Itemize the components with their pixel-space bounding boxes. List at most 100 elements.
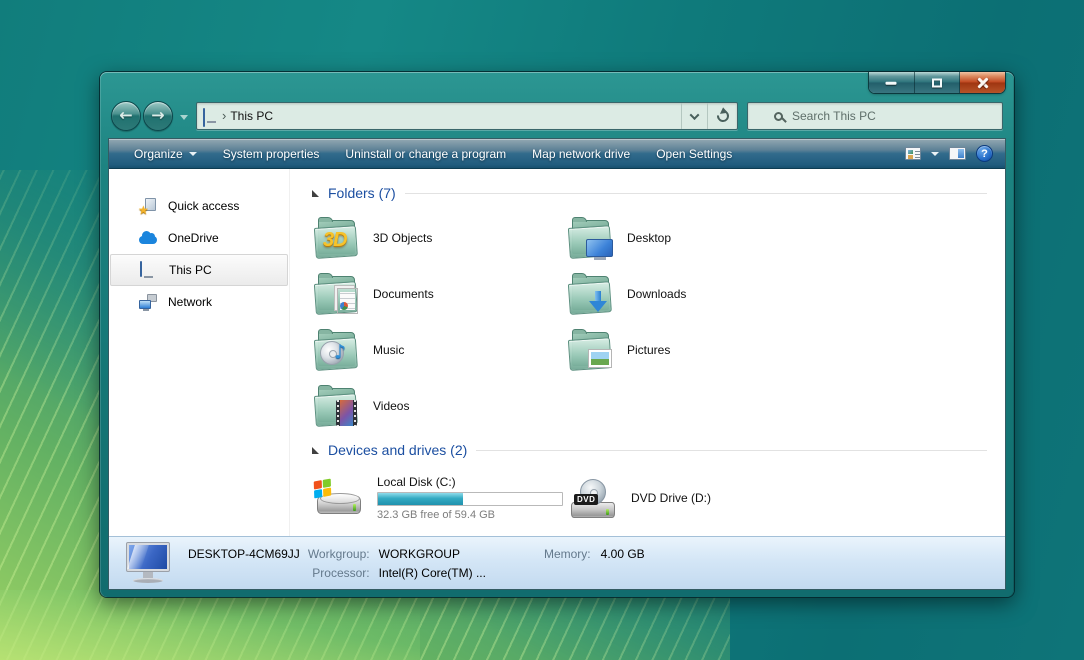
navigation-bar: ← → › This PC bbox=[111, 99, 1003, 133]
disk-free-text: 32.3 GB free of 59.4 GB bbox=[377, 509, 563, 521]
detail-labels: Workgroup: Processor: bbox=[308, 545, 370, 583]
computer-details: DESKTOP-4CM69JJ Workgroup: Processor: WO… bbox=[188, 544, 645, 583]
close-button[interactable] bbox=[960, 72, 1005, 93]
sidebar-item-quick-access[interactable]: ★ Quick access bbox=[110, 190, 288, 222]
section-divider bbox=[405, 193, 987, 194]
folder-3d-objects-icon: 3D bbox=[314, 216, 360, 260]
folders-section-header[interactable]: Folders (7) bbox=[312, 183, 993, 203]
folder-tile-pictures[interactable]: Pictures bbox=[566, 322, 820, 378]
folders-grid: 3D 3D Objects Documents ♪ bbox=[312, 210, 993, 434]
memory-value: 4.00 GB bbox=[601, 545, 645, 564]
windows-flag-icon bbox=[314, 479, 332, 499]
collapse-triangle-icon[interactable] bbox=[312, 447, 319, 454]
address-bar[interactable]: › This PC bbox=[196, 102, 738, 130]
back-arrow-icon: ← bbox=[119, 106, 132, 125]
drive-label: Local Disk (C:) bbox=[377, 475, 563, 489]
navigation-pane: ★ Quick access OneDrive This PC Networ bbox=[109, 169, 290, 536]
sidebar-item-onedrive[interactable]: OneDrive bbox=[110, 222, 288, 254]
organize-menu-button[interactable]: Organize bbox=[121, 147, 210, 161]
change-view-icon[interactable] bbox=[905, 147, 921, 160]
tile-label: Music bbox=[373, 343, 404, 357]
onedrive-cloud-icon bbox=[139, 230, 157, 246]
dvd-badge: DVD bbox=[574, 494, 598, 505]
hard-drive-icon bbox=[314, 480, 364, 516]
folder-pictures-icon bbox=[568, 328, 614, 372]
sidebar-item-label: OneDrive bbox=[168, 231, 219, 245]
open-settings-button[interactable]: Open Settings bbox=[643, 147, 745, 161]
sidebar-item-network[interactable]: Network bbox=[110, 286, 288, 318]
system-properties-button[interactable]: System properties bbox=[210, 147, 333, 161]
organize-label: Organize bbox=[134, 147, 183, 161]
local-disk-info: Local Disk (C:) 32.3 GB free of 59.4 GB bbox=[377, 475, 563, 521]
processor-label: Processor: bbox=[308, 564, 370, 583]
sidebar-item-this-pc[interactable]: This PC bbox=[110, 254, 288, 286]
views-dropdown-icon[interactable] bbox=[931, 152, 939, 156]
collapse-triangle-icon[interactable] bbox=[312, 190, 319, 197]
chevron-down-icon bbox=[189, 152, 197, 156]
drive-tile-local-disk-c[interactable]: Local Disk (C:) 32.3 GB free of 59.4 GB bbox=[312, 467, 566, 529]
devices-section-header[interactable]: Devices and drives (2) bbox=[312, 440, 993, 460]
memory-details: Memory: 4.00 GB bbox=[544, 545, 645, 564]
detail-values: WORKGROUP Intel(R) Core(TM) ... bbox=[379, 545, 486, 583]
tile-label: Desktop bbox=[627, 231, 671, 245]
minimize-icon bbox=[886, 81, 897, 84]
workgroup-value: WORKGROUP bbox=[379, 545, 486, 564]
quick-access-icon: ★ bbox=[139, 198, 157, 214]
folder-videos-icon bbox=[314, 384, 360, 428]
file-list-area: Folders (7) 3D 3D Objects bbox=[290, 169, 1005, 536]
folder-music-icon: ♪ bbox=[314, 328, 360, 372]
explorer-window: ← → › This PC bbox=[100, 72, 1014, 597]
section-title: Devices and drives (2) bbox=[328, 442, 467, 458]
this-pc-monitor-icon bbox=[140, 262, 158, 278]
close-icon bbox=[976, 76, 989, 89]
uninstall-program-button[interactable]: Uninstall or change a program bbox=[332, 147, 519, 161]
toolbar-right-group: ? bbox=[905, 145, 993, 162]
breadcrumb-separator-icon: › bbox=[222, 108, 226, 123]
search-input[interactable] bbox=[792, 109, 952, 123]
folder-tile-documents[interactable]: Documents bbox=[312, 266, 566, 322]
preview-pane-icon[interactable] bbox=[949, 147, 966, 160]
network-icon bbox=[139, 294, 157, 310]
memory-label: Memory: bbox=[544, 545, 591, 564]
tile-label: Downloads bbox=[627, 287, 686, 301]
breadcrumb-location: This PC bbox=[230, 109, 273, 123]
folder-tile-videos[interactable]: Videos bbox=[312, 378, 566, 434]
workgroup-label: Workgroup: bbox=[308, 545, 370, 564]
command-toolbar: Organize System properties Uninstall or … bbox=[109, 139, 1005, 169]
folder-tile-3d-objects[interactable]: 3D 3D Objects bbox=[312, 210, 566, 266]
back-button[interactable]: ← bbox=[111, 101, 141, 131]
sidebar-item-label: Quick access bbox=[168, 199, 239, 213]
search-icon bbox=[774, 112, 783, 121]
drive-tile-dvd-d[interactable]: DVD DVD Drive (D:) bbox=[566, 467, 820, 529]
folder-desktop-icon bbox=[568, 216, 614, 260]
recent-pages-dropdown[interactable] bbox=[180, 115, 188, 120]
folder-tile-downloads[interactable]: Downloads bbox=[566, 266, 820, 322]
section-divider bbox=[476, 450, 987, 451]
computer-name: DESKTOP-4CM69JJ bbox=[188, 545, 300, 564]
help-button[interactable]: ? bbox=[976, 145, 993, 162]
tile-label: Videos bbox=[373, 399, 409, 413]
drive-label: DVD Drive (D:) bbox=[631, 491, 711, 505]
folder-downloads-icon bbox=[568, 272, 614, 316]
chevron-down-icon bbox=[690, 110, 700, 120]
refresh-icon bbox=[714, 108, 731, 125]
map-network-drive-button[interactable]: Map network drive bbox=[519, 147, 643, 161]
refresh-button[interactable] bbox=[707, 103, 737, 129]
tile-label: 3D Objects bbox=[373, 231, 432, 245]
folder-tile-music[interactable]: ♪ Music bbox=[312, 322, 566, 378]
address-dropdown-button[interactable] bbox=[681, 103, 707, 129]
maximize-button[interactable] bbox=[915, 72, 961, 93]
minimize-button[interactable] bbox=[869, 72, 915, 93]
folder-tile-desktop[interactable]: Desktop bbox=[566, 210, 820, 266]
dvd-drive-icon: DVD bbox=[568, 478, 618, 518]
processor-value: Intel(R) Core(TM) ... bbox=[379, 564, 486, 583]
forward-button[interactable]: → bbox=[143, 101, 173, 131]
disk-used-fill bbox=[378, 493, 463, 505]
sidebar-item-label: Network bbox=[168, 295, 212, 309]
breadcrumb[interactable]: › This PC bbox=[197, 103, 279, 129]
caption-button-group bbox=[869, 72, 1005, 93]
search-box[interactable] bbox=[747, 102, 1003, 130]
computer-icon bbox=[123, 541, 173, 585]
tile-label: Pictures bbox=[627, 343, 670, 357]
window-content: Organize System properties Uninstall or … bbox=[108, 138, 1006, 590]
